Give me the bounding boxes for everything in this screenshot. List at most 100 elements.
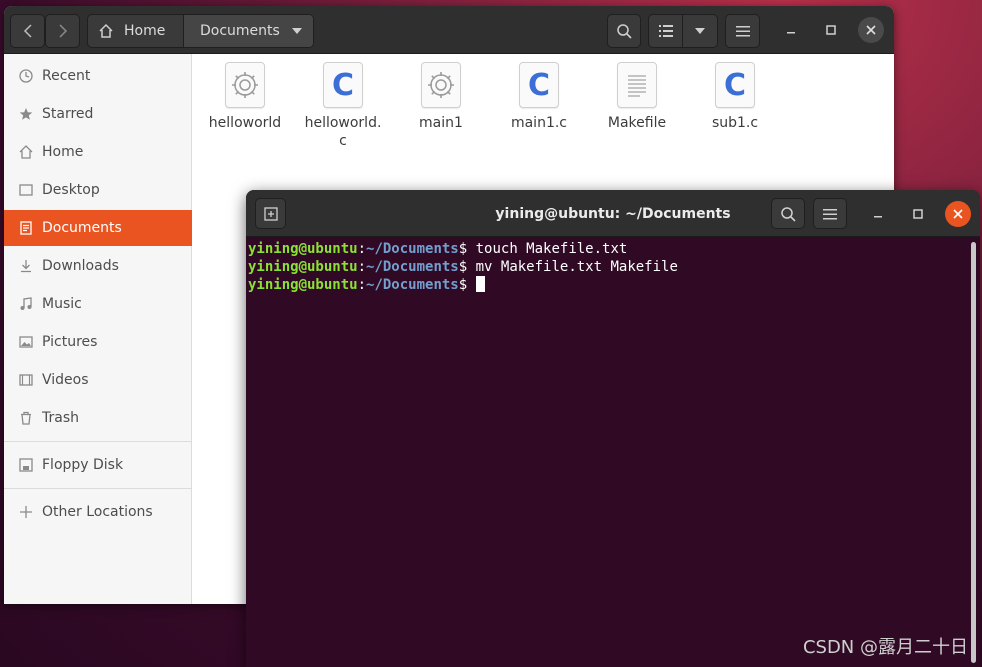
caret-down-icon	[695, 28, 705, 34]
sidebar-item-floppy-disk[interactable]: Floppy Disk	[4, 447, 192, 483]
close-icon	[953, 209, 963, 219]
sidebar-item-starred[interactable]: Starred	[4, 96, 192, 132]
breadcrumb-home[interactable]: Home	[88, 15, 184, 47]
terminal-line: yining@ubuntu:~/Documents$ touch Makefil…	[248, 240, 968, 258]
sidebar-item-label: Floppy Disk	[42, 457, 124, 473]
file-item[interactable]: C main1.c	[491, 62, 587, 132]
floppy-icon	[18, 457, 34, 473]
sidebar-item-music[interactable]: Music	[4, 286, 192, 322]
list-view-toggle[interactable]	[649, 15, 683, 47]
terminal-line: yining@ubuntu:~/Documents$ mv Makefile.t…	[248, 258, 968, 276]
chevron-left-icon	[23, 24, 32, 38]
sidebar-item-home[interactable]: Home	[4, 134, 192, 170]
prompt-char: $	[458, 277, 468, 293]
search-icon	[617, 24, 632, 39]
breadcrumb-documents-label: Documents	[200, 23, 280, 39]
plus-icon	[18, 504, 34, 520]
maximize-button[interactable]	[818, 17, 844, 43]
forward-button[interactable]	[45, 14, 80, 48]
prompt-char: $	[458, 241, 468, 257]
view-dropdown[interactable]	[683, 15, 717, 47]
list-view-icon	[658, 25, 673, 37]
minimize-button[interactable]	[778, 17, 804, 43]
c-letter: C	[723, 67, 747, 103]
c-source-file-icon: C	[715, 62, 755, 108]
document-icon	[18, 220, 34, 236]
sidebar-item-other-locations[interactable]: Other Locations	[4, 494, 192, 530]
breadcrumb-home-label: Home	[124, 23, 166, 39]
prompt-char: $	[458, 259, 468, 275]
view-options-button[interactable]	[648, 14, 718, 48]
terminal-scrollbar[interactable]	[971, 242, 976, 663]
executable-file-icon	[225, 62, 265, 108]
file-name: main1.c	[510, 115, 568, 131]
sidebar-item-documents[interactable]: Documents	[4, 210, 192, 246]
search-button[interactable]	[607, 14, 641, 48]
clock-icon	[18, 68, 34, 84]
sidebar-item-label: Home	[42, 144, 84, 160]
sidebar-item-label: Music	[42, 296, 82, 312]
prompt-path: ~/Documents	[366, 277, 459, 293]
back-button[interactable]	[10, 14, 45, 48]
terminal-close-button[interactable]	[945, 201, 971, 227]
file-name: main1	[419, 115, 463, 131]
new-tab-icon	[263, 206, 278, 221]
file-name: helloworld	[208, 115, 282, 131]
terminal-output[interactable]: yining@ubuntu:~/Documents$ touch Makefil…	[248, 240, 968, 667]
file-name: sub1.c	[711, 115, 759, 131]
terminal-maximize-button[interactable]	[905, 201, 931, 227]
file-item[interactable]: helloworld	[197, 62, 293, 132]
maximize-icon	[913, 209, 923, 219]
sidebar-item-label: Pictures	[42, 334, 98, 350]
command-text	[467, 277, 475, 293]
sidebar-item-label: Downloads	[42, 258, 119, 274]
terminal-menu-button[interactable]	[813, 198, 847, 229]
file-item[interactable]: main1	[393, 62, 489, 132]
file-name: Makefile	[607, 115, 667, 131]
minimize-icon	[787, 32, 795, 34]
prompt-user: yining@ubuntu	[248, 259, 358, 275]
sidebar-item-label: Videos	[42, 372, 89, 388]
terminal-window[interactable]: yining@ubuntu: ~/Documents yining@ubuntu…	[246, 190, 980, 667]
sidebar-item-label: Starred	[42, 106, 94, 122]
music-icon	[18, 296, 34, 312]
file-item[interactable]: C sub1.c	[687, 62, 783, 132]
close-button[interactable]	[858, 17, 884, 43]
sidebar-item-trash[interactable]: Trash	[4, 400, 192, 436]
home-icon	[18, 144, 34, 160]
prompt-separator: :	[357, 277, 367, 293]
c-source-file-icon: C	[323, 62, 363, 108]
text-file-icon	[617, 62, 657, 108]
file-manager-headerbar: Home Documents	[4, 6, 894, 54]
command-text: mv Makefile.txt Makefile	[467, 259, 678, 275]
watermark: CSDN @露月二十日	[802, 637, 968, 658]
prompt-user: yining@ubuntu	[248, 277, 358, 293]
terminal-minimize-button[interactable]	[865, 201, 891, 227]
sidebar-item-pictures[interactable]: Pictures	[4, 324, 192, 360]
prompt-separator: :	[357, 241, 367, 257]
file-item[interactable]: Makefile	[589, 62, 685, 132]
sidebar-item-recent[interactable]: Recent	[4, 58, 192, 94]
home-icon	[99, 23, 113, 38]
terminal-search-button[interactable]	[771, 198, 805, 229]
picture-icon	[18, 334, 34, 350]
desktop-icon	[18, 182, 34, 198]
new-tab-button[interactable]	[255, 198, 286, 229]
sidebar-item-label: Trash	[42, 410, 79, 426]
star-icon	[18, 106, 34, 122]
sidebar-item-downloads[interactable]: Downloads	[4, 248, 192, 284]
sidebar-item-desktop[interactable]: Desktop	[4, 172, 192, 208]
c-source-file-icon: C	[519, 62, 559, 108]
c-letter: C	[331, 67, 355, 103]
prompt-separator: :	[357, 259, 367, 275]
places-sidebar: Recent Starred Home Desktop Documents Do…	[4, 54, 192, 604]
terminal-headerbar: yining@ubuntu: ~/Documents	[246, 190, 980, 237]
sidebar-item-label: Desktop	[42, 182, 100, 198]
sidebar-item-videos[interactable]: Videos	[4, 362, 192, 398]
file-item[interactable]: C helloworld. c	[295, 62, 391, 150]
breadcrumb-documents[interactable]: Documents	[184, 15, 313, 47]
download-icon	[18, 258, 34, 274]
menu-button[interactable]	[725, 14, 760, 48]
video-icon	[18, 372, 34, 388]
path-bar: Home Documents	[87, 14, 314, 48]
